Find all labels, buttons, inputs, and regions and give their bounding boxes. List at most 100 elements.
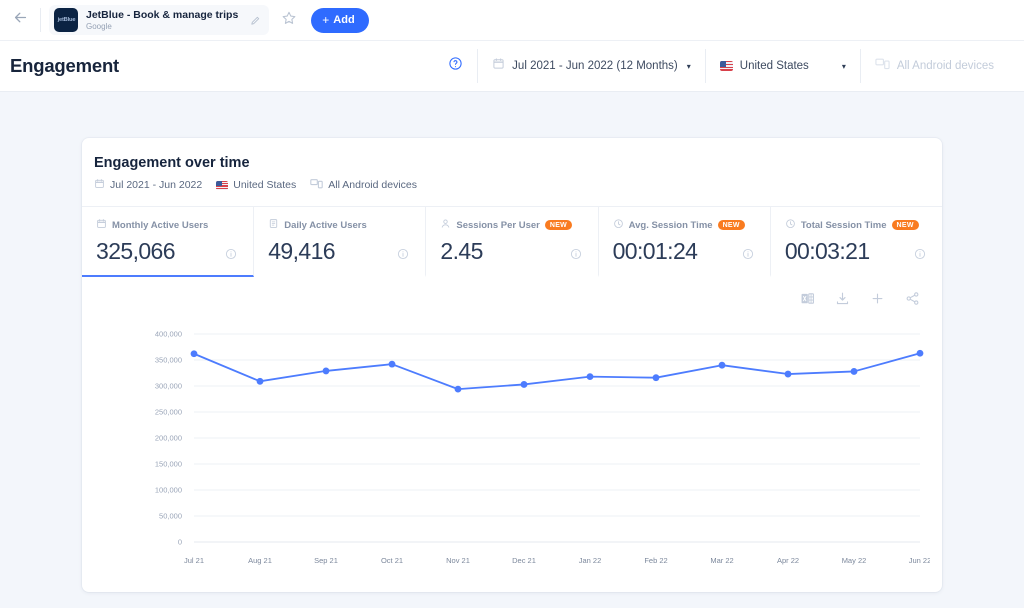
data-point[interactable] xyxy=(322,367,330,375)
chevron-down-icon: ▾ xyxy=(686,61,691,71)
info-circle-icon[interactable] xyxy=(914,248,926,263)
tab-value: 00:01:24 xyxy=(612,238,698,264)
y-axis-tick-label: 300,000 xyxy=(155,382,182,391)
y-axis-tick-label: 50,000 xyxy=(159,512,182,521)
export-excel-icon[interactable] xyxy=(800,291,815,306)
card-subtitle: Jul 2021 - Jun 2022 United States All An… xyxy=(94,178,942,192)
app-store-label: Google xyxy=(86,21,112,31)
share-icon[interactable] xyxy=(905,291,920,306)
y-axis-tick-label: 150,000 xyxy=(155,460,182,469)
download-icon[interactable] xyxy=(835,291,850,306)
app-selector-chip[interactable]: jetBlue JetBlue - Book & manage trips Go… xyxy=(49,5,270,35)
status-badge: NEW xyxy=(717,219,745,231)
data-point[interactable] xyxy=(850,368,858,375)
data-point[interactable] xyxy=(718,361,726,369)
pencil-icon[interactable] xyxy=(250,15,261,26)
devices-icon xyxy=(310,178,324,192)
tab-value: 49,416 xyxy=(268,238,335,264)
tab-monthly-active-users[interactable]: Monthly Active Users 325,066 xyxy=(82,207,255,278)
data-point[interactable] xyxy=(652,374,660,382)
favorite-button[interactable] xyxy=(281,10,297,31)
tab-label-row: Daily Active Users xyxy=(268,218,425,232)
card-title: Engagement over time xyxy=(94,155,250,171)
page-title: Engagement xyxy=(10,55,120,76)
engagement-card: Engagement over time Jul 2021 - Jun 2022 xyxy=(82,138,942,593)
app-icon: jetBlue xyxy=(54,8,78,32)
app-icon-text: jetBlue xyxy=(57,16,75,24)
y-axis-tick-label: 400,000 xyxy=(155,330,182,339)
info-circle-icon[interactable] xyxy=(742,248,754,263)
tab-label-row: Monthly Active Users xyxy=(96,218,253,232)
info-circle-icon[interactable] xyxy=(397,248,409,263)
data-point[interactable] xyxy=(190,350,198,358)
help-button[interactable] xyxy=(434,56,477,76)
tab-value: 00:03:21 xyxy=(784,238,870,264)
tab-value-row: 00:01:24 xyxy=(613,239,770,263)
data-point[interactable] xyxy=(520,381,528,388)
x-axis-tick-label: Jun 22 xyxy=(909,556,930,565)
data-point[interactable] xyxy=(256,378,264,385)
y-axis-tick-label: 250,000 xyxy=(155,408,182,417)
divider xyxy=(40,8,41,32)
data-point[interactable] xyxy=(454,385,462,393)
chart-container: 0 50,000 100,000 150,000 200,000 250,000 300,0… xyxy=(82,308,942,592)
chart-toolbar xyxy=(82,277,942,308)
tab-label: Total Session Time xyxy=(800,219,887,231)
tab-value-row: 325,066 xyxy=(96,239,253,263)
metric-tabs: Monthly Active Users 325,066 Daily Activ… xyxy=(82,206,942,278)
calendar-icon xyxy=(94,178,105,192)
x-axis-tick-label: May 22 xyxy=(842,556,867,565)
y-axis-tick-label: 0 xyxy=(178,538,182,547)
x-axis-tick-label: Aug 21 xyxy=(248,556,272,565)
tab-total-session-time[interactable]: Total Session Time NEW 00:03:21 xyxy=(771,207,942,277)
y-axis-tick-label: 100,000 xyxy=(155,486,182,495)
calendar-icon xyxy=(96,218,107,232)
tab-value: 325,066 xyxy=(96,238,176,264)
x-axis-tick-label: Apr 22 xyxy=(777,556,799,565)
devices-icon xyxy=(875,57,890,75)
plus-icon: + xyxy=(322,13,330,27)
tab-daily-active-users[interactable]: Daily Active Users 49,416 xyxy=(254,207,427,278)
date-range-selector[interactable]: Jul 2021 - Jun 2022 (12 Months) ▾ xyxy=(477,49,705,83)
tab-value-row: 00:03:21 xyxy=(785,239,942,263)
x-axis-tick-label: Jul 21 xyxy=(184,556,204,565)
app-title: JetBlue - Book & manage trips xyxy=(86,8,239,21)
card-subtitle-country: United States xyxy=(233,179,297,191)
y-axis-tick-label: 200,000 xyxy=(155,434,182,443)
back-button[interactable] xyxy=(0,0,40,41)
clock-icon xyxy=(785,218,796,232)
engagement-line-chart[interactable]: 0 50,000 100,000 150,000 200,000 250,000 300,0… xyxy=(82,316,930,574)
tab-label: Avg. Session Time xyxy=(628,219,713,231)
data-point[interactable] xyxy=(784,370,792,378)
clock-icon xyxy=(613,218,624,232)
add-icon[interactable] xyxy=(870,291,885,306)
data-point[interactable] xyxy=(916,349,924,357)
us-flag-icon xyxy=(719,61,733,71)
x-axis-tick-label: Oct 21 xyxy=(381,556,403,565)
tab-avg-session-time[interactable]: Avg. Session Time NEW 00:01:24 xyxy=(599,207,771,278)
data-point[interactable] xyxy=(388,360,396,368)
add-button[interactable]: + Add xyxy=(311,7,369,33)
star-icon xyxy=(281,10,297,31)
card-subtitle-date: Jul 2021 - Jun 2022 xyxy=(110,179,203,191)
device-selector[interactable]: All Android devices xyxy=(859,49,1008,83)
header-controls: Jul 2021 - Jun 2022 (12 Months) ▾ United… xyxy=(434,49,1008,83)
tab-label-row: Sessions Per User NEW xyxy=(440,218,597,232)
country-selector[interactable]: United States ▾ xyxy=(704,49,860,83)
info-circle-icon[interactable] xyxy=(570,248,582,263)
data-point[interactable] xyxy=(586,373,594,381)
info-circle-icon[interactable] xyxy=(225,248,237,263)
status-badge: NEW xyxy=(891,219,919,231)
calendar-icon xyxy=(492,57,505,75)
tab-value-row: 49,416 xyxy=(268,239,425,263)
tab-label-row: Total Session Time NEW xyxy=(785,218,942,232)
card-header: Engagement over time Jul 2021 - Jun 2022 xyxy=(82,138,942,206)
x-axis-tick-label: Sep 21 xyxy=(314,556,338,565)
tab-sessions-per-user[interactable]: Sessions Per User NEW 2.45 xyxy=(426,207,599,278)
date-range-label: Jul 2021 - Jun 2022 (12 Months) xyxy=(512,60,678,72)
add-button-label: Add xyxy=(333,14,355,26)
card-subtitle-device: All Android devices xyxy=(328,179,417,191)
arrow-left-icon xyxy=(12,9,29,31)
browser-topbar: jetBlue JetBlue - Book & manage trips Go… xyxy=(0,0,1024,41)
x-axis-tick-label: Jan 22 xyxy=(579,556,602,565)
